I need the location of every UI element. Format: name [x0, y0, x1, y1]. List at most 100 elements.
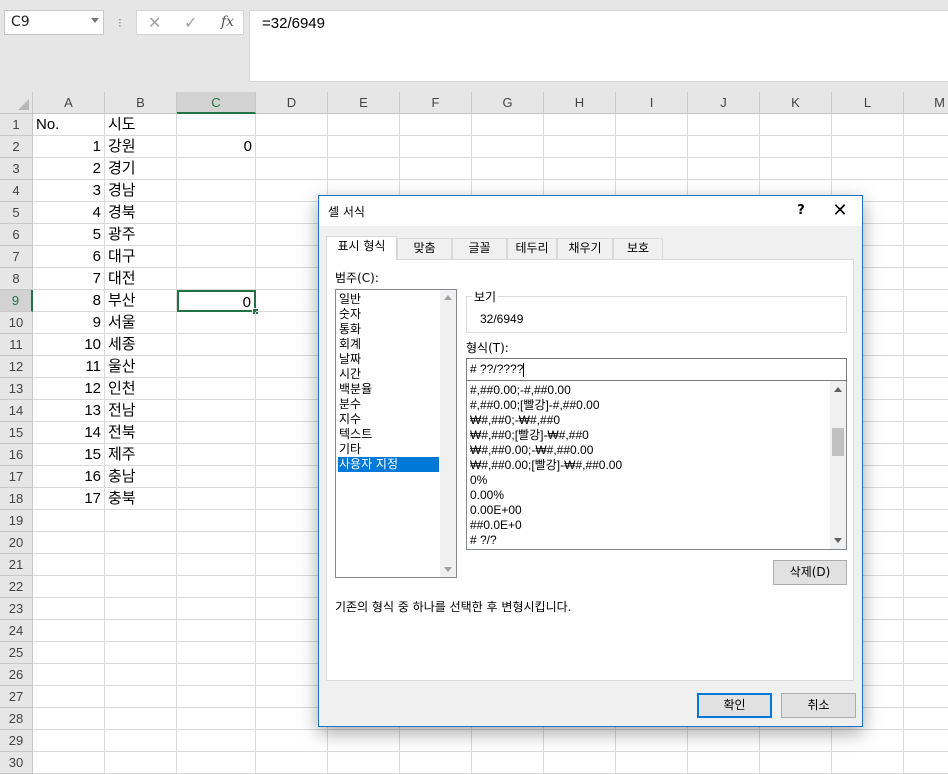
column-header-g[interactable]: G: [472, 92, 544, 114]
cell-m23[interactable]: [904, 598, 948, 620]
cell-a3[interactable]: 2: [33, 158, 105, 180]
cell-m3[interactable]: [904, 158, 948, 180]
format-code-item[interactable]: #,##0.00;-#,##0.00: [470, 383, 571, 398]
scroll-up-icon[interactable]: [444, 295, 452, 300]
cell-m20[interactable]: [904, 532, 948, 554]
cell-m17[interactable]: [904, 466, 948, 488]
cell-m1[interactable]: [904, 114, 948, 136]
row-header-18[interactable]: 18: [0, 488, 33, 510]
cell-m16[interactable]: [904, 444, 948, 466]
cell-m29[interactable]: [904, 730, 948, 752]
cell-d2[interactable]: [256, 136, 328, 158]
cell-a4[interactable]: 3: [33, 180, 105, 202]
cell-h30[interactable]: [544, 752, 616, 774]
row-header-16[interactable]: 16: [0, 444, 33, 466]
cell-a26[interactable]: [33, 664, 105, 686]
cell-a7[interactable]: 6: [33, 246, 105, 268]
cell-c16[interactable]: [177, 444, 256, 466]
row-header-5[interactable]: 5: [0, 202, 33, 224]
cell-b14[interactable]: 전남: [105, 400, 177, 422]
cell-c29[interactable]: [177, 730, 256, 752]
column-header-f[interactable]: F: [400, 92, 472, 114]
cell-c11[interactable]: [177, 334, 256, 356]
cell-a9[interactable]: 8: [33, 290, 105, 312]
name-box[interactable]: C9: [4, 10, 104, 35]
cell-c22[interactable]: [177, 576, 256, 598]
cell-b17[interactable]: 충남: [105, 466, 177, 488]
cell-a19[interactable]: [33, 510, 105, 532]
cell-m24[interactable]: [904, 620, 948, 642]
row-header-22[interactable]: 22: [0, 576, 33, 598]
cell-j29[interactable]: [688, 730, 760, 752]
cell-c5[interactable]: [177, 202, 256, 224]
cell-b5[interactable]: 경북: [105, 202, 177, 224]
cell-b15[interactable]: 전북: [105, 422, 177, 444]
cell-b18[interactable]: 충북: [105, 488, 177, 510]
drag-handle-icon[interactable]: ⁝: [118, 14, 122, 32]
cell-f1[interactable]: [400, 114, 472, 136]
cell-c25[interactable]: [177, 642, 256, 664]
cell-j3[interactable]: [688, 158, 760, 180]
cell-m13[interactable]: [904, 378, 948, 400]
cell-e2[interactable]: [328, 136, 400, 158]
cell-g29[interactable]: [472, 730, 544, 752]
format-list-scrollbar[interactable]: [830, 381, 846, 549]
cell-b16[interactable]: 제주: [105, 444, 177, 466]
row-header-19[interactable]: 19: [0, 510, 33, 532]
category-item[interactable]: 지수: [338, 412, 439, 427]
cell-c27[interactable]: [177, 686, 256, 708]
row-header-26[interactable]: 26: [0, 664, 33, 686]
cell-k2[interactable]: [760, 136, 832, 158]
cell-i30[interactable]: [616, 752, 688, 774]
cell-c20[interactable]: [177, 532, 256, 554]
cell-c23[interactable]: [177, 598, 256, 620]
delete-button[interactable]: 삭제(D): [773, 560, 847, 585]
cell-a21[interactable]: [33, 554, 105, 576]
cell-d30[interactable]: [256, 752, 328, 774]
format-code-item[interactable]: ##0.0E+0: [470, 518, 522, 533]
cell-a27[interactable]: [33, 686, 105, 708]
column-header-d[interactable]: D: [256, 92, 328, 114]
cell-a6[interactable]: 5: [33, 224, 105, 246]
column-header-j[interactable]: J: [688, 92, 760, 114]
cell-a23[interactable]: [33, 598, 105, 620]
cell-b2[interactable]: 강원: [105, 136, 177, 158]
cell-g30[interactable]: [472, 752, 544, 774]
cell-d29[interactable]: [256, 730, 328, 752]
cell-g1[interactable]: [472, 114, 544, 136]
category-item[interactable]: 일반: [338, 292, 439, 307]
cell-m12[interactable]: [904, 356, 948, 378]
row-header-8[interactable]: 8: [0, 268, 33, 290]
cell-h3[interactable]: [544, 158, 616, 180]
select-all-button[interactable]: [0, 92, 33, 114]
row-header-12[interactable]: 12: [0, 356, 33, 378]
cell-j1[interactable]: [688, 114, 760, 136]
column-header-l[interactable]: L: [832, 92, 904, 114]
cell-l3[interactable]: [832, 158, 904, 180]
cell-k3[interactable]: [760, 158, 832, 180]
category-item[interactable]: 시간: [338, 367, 439, 382]
category-item[interactable]: 백분율: [338, 382, 439, 397]
cell-c24[interactable]: [177, 620, 256, 642]
cell-m5[interactable]: [904, 202, 948, 224]
format-code-item[interactable]: ₩#,##0;[빨강]-₩#,##0: [470, 428, 589, 443]
row-header-30[interactable]: 30: [0, 752, 33, 774]
format-code-item[interactable]: 0.00E+00: [470, 503, 522, 518]
enter-icon[interactable]: ✓: [184, 13, 197, 32]
cell-b12[interactable]: 울산: [105, 356, 177, 378]
tab-font[interactable]: 글꼴: [452, 238, 507, 259]
cell-a17[interactable]: 16: [33, 466, 105, 488]
close-button[interactable]: ✕: [824, 200, 856, 222]
cell-b1[interactable]: 시도: [105, 114, 177, 136]
cell-c21[interactable]: [177, 554, 256, 576]
cell-b10[interactable]: 서울: [105, 312, 177, 334]
format-code-item[interactable]: # ?/?: [470, 533, 497, 548]
cell-i3[interactable]: [616, 158, 688, 180]
help-button[interactable]: ?: [789, 200, 813, 222]
cell-c26[interactable]: [177, 664, 256, 686]
cell-c8[interactable]: [177, 268, 256, 290]
format-code-item[interactable]: #,##0.00;[빨강]-#,##0.00: [470, 398, 600, 413]
cell-m11[interactable]: [904, 334, 948, 356]
cell-m19[interactable]: [904, 510, 948, 532]
cell-j2[interactable]: [688, 136, 760, 158]
